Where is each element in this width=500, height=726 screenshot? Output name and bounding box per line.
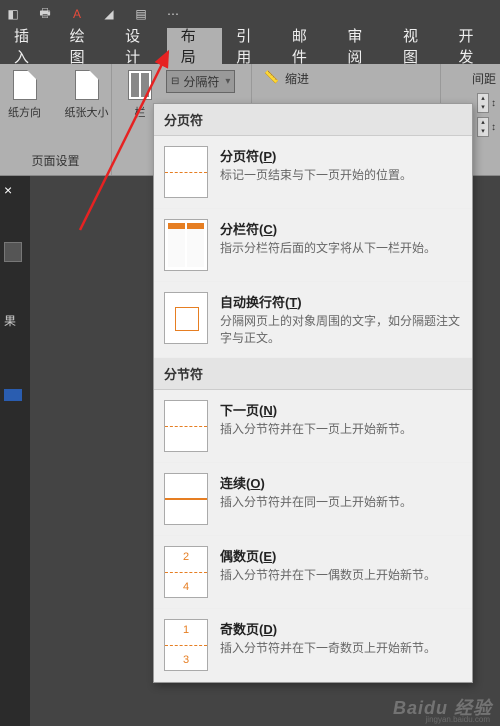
- breaks-button[interactable]: ⊟ 分隔符: [166, 70, 235, 93]
- spacing-label: 间距: [472, 70, 496, 87]
- print-icon[interactable]: 🖶: [36, 5, 54, 23]
- page-size-button[interactable]: 纸张大小: [61, 68, 113, 120]
- odd-page-desc: 插入分节符并在下一奇数页上开始新节。: [220, 640, 462, 657]
- next-page-title: 下一页(N): [220, 400, 462, 419]
- navigation-panel: × 果: [0, 176, 30, 726]
- odd-page-title: 奇数页(D): [220, 619, 462, 638]
- page-icon: [75, 70, 99, 100]
- column-break-desc: 指示分栏符后面的文字将从下一栏开始。: [220, 240, 462, 257]
- orientation-button[interactable]: 纸方向: [0, 68, 51, 120]
- qat-more-icon[interactable]: ⋯: [164, 5, 182, 23]
- highlight-icon[interactable]: ◢: [100, 5, 118, 23]
- odd-page-icon: 13: [164, 619, 208, 671]
- indent-header-label: 缩进: [285, 70, 309, 87]
- next-page-desc: 插入分节符并在下一页上开始新节。: [220, 421, 462, 438]
- column-break-icon: [164, 219, 208, 271]
- breaks-dropdown: 分页符 分页符(P) 标记一页结束与下一页开始的位置。 分栏符(C) 指示分栏符…: [153, 103, 473, 683]
- continuous-icon: [164, 473, 208, 525]
- even-page-title: 偶数页(E): [220, 546, 462, 565]
- columns-icon: [128, 70, 152, 100]
- spacing-after-icon: ↕: [491, 122, 496, 133]
- tab-design[interactable]: 设计: [111, 28, 167, 64]
- tab-review[interactable]: 审阅: [333, 28, 389, 64]
- text-wrapping-item[interactable]: 自动换行符(T) 分隔网页上的对象周围的文字，如分隔题注文字与正文。: [154, 282, 472, 358]
- page-break-icon: [164, 146, 208, 198]
- page-break-section-header: 分页符: [154, 104, 472, 136]
- tab-insert[interactable]: 插入: [0, 28, 56, 64]
- size-label: 纸张大小: [65, 104, 109, 120]
- page-break-desc: 标记一页结束与下一页开始的位置。: [220, 167, 462, 184]
- column-break-title: 分栏符(C): [220, 219, 462, 238]
- new-doc-icon[interactable]: ▤: [132, 5, 150, 23]
- close-panel-button[interactable]: ×: [4, 182, 26, 198]
- tab-view[interactable]: 视图: [389, 28, 445, 64]
- continuous-title: 连续(O): [220, 473, 462, 492]
- watermark-sub: jingyan.baidu.com: [426, 715, 490, 724]
- tab-references[interactable]: 引用: [222, 28, 278, 64]
- page-break-title: 分页符(P): [220, 146, 462, 165]
- tab-layout[interactable]: 布局: [167, 28, 223, 64]
- text-wrapping-icon: [164, 292, 208, 344]
- quick-access-toolbar: ◧ 🖶 A ◢ ▤ ⋯: [0, 0, 500, 28]
- breaks-icon: ⊟: [171, 76, 179, 87]
- column-break-item[interactable]: 分栏符(C) 指示分栏符后面的文字将从下一栏开始。: [154, 209, 472, 282]
- spacing-before-icon: ↕: [491, 98, 496, 109]
- next-page-item[interactable]: 下一页(N) 插入分节符并在下一页上开始新节。: [154, 390, 472, 463]
- even-page-icon: 24: [164, 546, 208, 598]
- results-label: 果: [4, 312, 26, 329]
- page-break-item[interactable]: 分页符(P) 标记一页结束与下一页开始的位置。: [154, 136, 472, 209]
- search-input-stub[interactable]: [4, 242, 22, 262]
- page-setup-group: 纸方向 纸张大小 页面设置: [0, 64, 112, 175]
- present-icon[interactable]: ◧: [4, 5, 22, 23]
- text-wrapping-title: 自动换行符(T): [220, 292, 462, 311]
- indent-stepper-2[interactable]: ▴▾: [477, 117, 489, 137]
- continuous-item[interactable]: 连续(O) 插入分节符并在同一页上开始新节。: [154, 463, 472, 536]
- odd-page-item[interactable]: 13 奇数页(D) 插入分节符并在下一奇数页上开始新节。: [154, 609, 472, 682]
- even-page-item[interactable]: 24 偶数页(E) 插入分节符并在下一偶数页上开始新节。: [154, 536, 472, 609]
- columns-label: 栏: [135, 104, 146, 120]
- page-icon: [13, 70, 37, 100]
- next-page-icon: [164, 400, 208, 452]
- tab-dev[interactable]: 开发: [445, 28, 500, 64]
- continuous-desc: 插入分节符并在同一页上开始新节。: [220, 494, 462, 511]
- breaks-label: 分隔符: [183, 73, 219, 90]
- selected-result-item[interactable]: [4, 389, 22, 401]
- tab-mail[interactable]: 邮件: [278, 28, 334, 64]
- tab-draw[interactable]: 绘图: [56, 28, 112, 64]
- ruler-icon: 📏: [264, 70, 279, 87]
- section-break-header: 分节符: [154, 358, 472, 390]
- even-page-desc: 插入分节符并在下一偶数页上开始新节。: [220, 567, 462, 584]
- font-color-icon[interactable]: A: [68, 5, 86, 23]
- indent-stepper[interactable]: ▴▾: [477, 93, 489, 113]
- orientation-label: 纸方向: [8, 104, 41, 120]
- ribbon-tabs: 插入 绘图 设计 布局 引用 邮件 审阅 视图 开发: [0, 28, 500, 64]
- page-setup-group-label: 页面设置: [31, 152, 79, 173]
- text-wrapping-desc: 分隔网页上的对象周围的文字，如分隔题注文字与正文。: [220, 313, 462, 347]
